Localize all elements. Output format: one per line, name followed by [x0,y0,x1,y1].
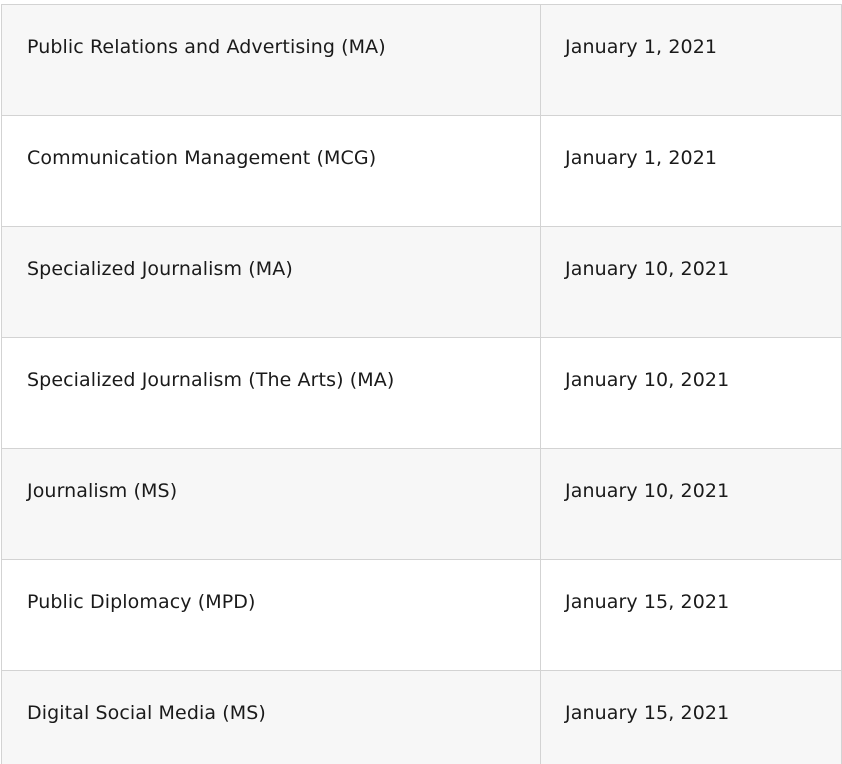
program-name-cell: Public Relations and Advertising (MA) [1,4,541,116]
deadline-date-cell: January 15, 2021 [540,670,842,764]
deadline-date-cell: January 15, 2021 [540,559,842,671]
table-row: Public Diplomacy (MPD) January 15, 2021 [1,559,842,671]
deadline-date-cell: January 10, 2021 [540,448,842,560]
program-name-cell: Specialized Journalism (The Arts) (MA) [1,337,541,449]
program-name-cell: Digital Social Media (MS) [1,670,541,764]
program-name-cell: Specialized Journalism (MA) [1,226,541,338]
program-name-cell: Journalism (MS) [1,448,541,560]
table-row: Journalism (MS) January 10, 2021 [1,448,842,560]
table-row: Public Relations and Advertising (MA) Ja… [1,4,842,116]
program-name-cell: Communication Management (MCG) [1,115,541,227]
deadlines-table: Public Relations and Advertising (MA) Ja… [1,4,842,764]
deadline-date-cell: January 10, 2021 [540,337,842,449]
table-row: Specialized Journalism (The Arts) (MA) J… [1,337,842,449]
table-row: Communication Management (MCG) January 1… [1,115,842,227]
deadline-date-cell: January 1, 2021 [540,115,842,227]
table-row: Digital Social Media (MS) January 15, 20… [1,670,842,764]
deadlines-table-container: Public Relations and Advertising (MA) Ja… [0,0,842,764]
program-name-cell: Public Diplomacy (MPD) [1,559,541,671]
deadline-date-cell: January 10, 2021 [540,226,842,338]
deadline-date-cell: January 1, 2021 [540,4,842,116]
table-row: Specialized Journalism (MA) January 10, … [1,226,842,338]
